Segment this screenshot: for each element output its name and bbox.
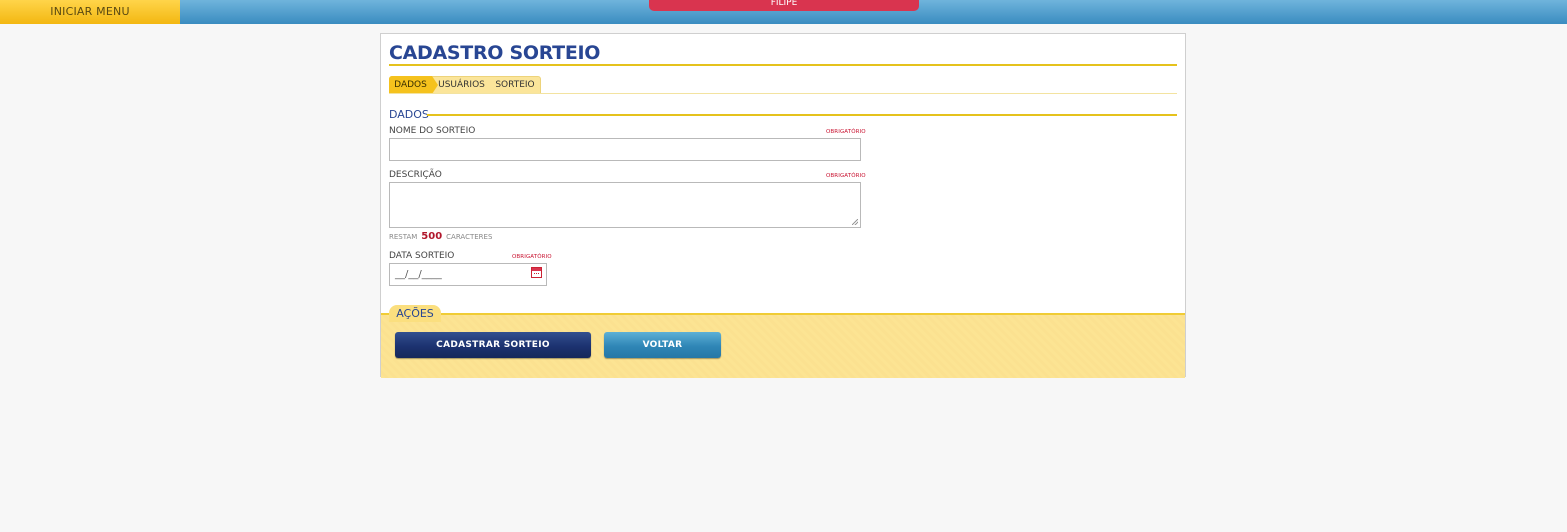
section-divider: [427, 114, 1177, 116]
tab-usuarios[interactable]: USUÁRIOS: [438, 76, 485, 94]
form-panel: CADASTRO SORTEIO DADOS USUÁRIOS SORTEIO …: [380, 33, 1186, 378]
start-menu-button[interactable]: INICIAR MENU: [0, 0, 180, 24]
calendar-icon[interactable]: [531, 267, 542, 278]
nome-input[interactable]: [389, 138, 861, 161]
char-counter: RESTAM 500 CARACTERES: [389, 231, 492, 242]
actions-title: AÇÕES: [389, 305, 441, 322]
resize-grip-icon[interactable]: [852, 219, 858, 225]
voltar-button[interactable]: VOLTAR: [604, 332, 721, 358]
counter-remaining: 500: [421, 231, 443, 242]
counter-prefix: RESTAM: [389, 233, 418, 241]
user-name-tab[interactable]: FILIPE: [649, 0, 919, 11]
tab-sorteio[interactable]: SORTEIO: [493, 76, 537, 94]
descricao-label: DESCRIÇÃO: [389, 170, 442, 180]
descricao-required-label: OBRIGATÓRIO: [826, 173, 866, 179]
data-required-label: OBRIGATÓRIO: [512, 254, 552, 260]
section-title-dados: DADOS: [389, 108, 429, 121]
actions-area: AÇÕES CADASTRAR SORTEIO VOLTAR: [381, 305, 1185, 378]
counter-suffix: CARACTERES: [446, 233, 493, 241]
data-sorteio-input[interactable]: __/__/____: [389, 263, 547, 286]
data-label: DATA SORTEIO: [389, 251, 455, 261]
nome-label: NOME DO SORTEIO: [389, 126, 476, 136]
top-bar: INICIAR MENU FILIPE: [0, 0, 1567, 24]
cadastrar-sorteio-button[interactable]: CADASTRAR SORTEIO: [395, 332, 591, 358]
descricao-textarea[interactable]: [389, 182, 861, 228]
nome-required-label: OBRIGATÓRIO: [826, 129, 866, 135]
title-divider: [389, 64, 1177, 66]
page-title: CADASTRO SORTEIO: [389, 42, 601, 64]
data-sorteio-value: __/__/____: [395, 269, 442, 280]
tabs-divider: [389, 93, 1177, 94]
tab-dados[interactable]: DADOS: [389, 76, 438, 94]
